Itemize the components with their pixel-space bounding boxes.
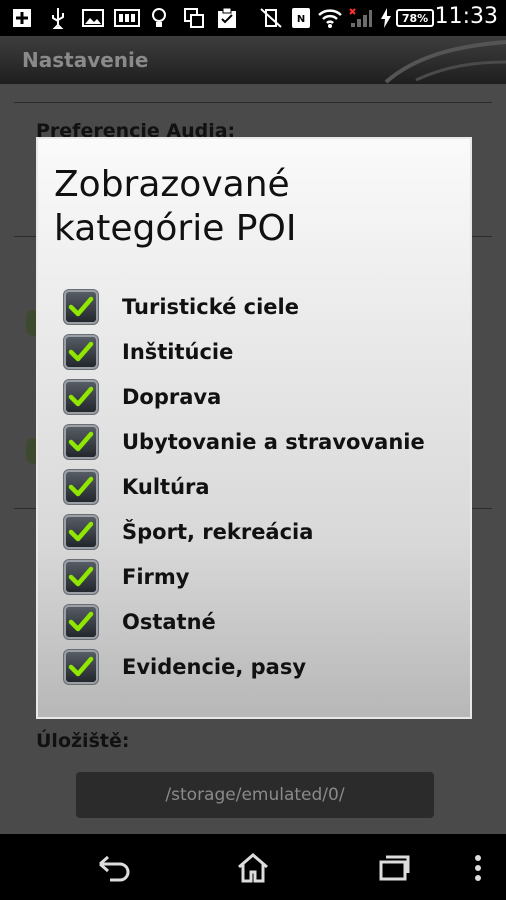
poi-category-label: Kultúra bbox=[122, 475, 210, 499]
checkmark-icon bbox=[68, 521, 94, 542]
storage-path-field[interactable]: /storage/emulated/0/ bbox=[76, 772, 434, 818]
back-icon[interactable] bbox=[92, 848, 136, 888]
svg-text:N: N bbox=[297, 14, 305, 25]
checkmark-icon bbox=[68, 656, 94, 677]
poi-category-label: Evidencie, pasy bbox=[122, 655, 307, 679]
checkbox[interactable] bbox=[64, 290, 98, 324]
copy-icon bbox=[184, 8, 204, 28]
poi-categories-dialog: Zobrazované kategórie POI Turistické cie… bbox=[36, 137, 472, 719]
battery-level: 78% bbox=[401, 11, 429, 25]
poi-category-item[interactable]: Kultúra bbox=[64, 467, 464, 507]
poi-category-item[interactable]: Turistické ciele bbox=[64, 287, 464, 327]
checkbox[interactable] bbox=[64, 380, 98, 414]
charging-icon bbox=[378, 8, 394, 28]
swoosh-decoration bbox=[384, 40, 506, 84]
poi-category-label: Ostatné bbox=[122, 610, 216, 634]
sd-card-icon bbox=[114, 8, 140, 28]
poi-category-item[interactable]: Evidencie, pasy bbox=[64, 647, 464, 687]
checkmark-icon bbox=[68, 476, 94, 497]
poi-category-item[interactable]: Ostatné bbox=[64, 602, 464, 642]
lightbulb-icon bbox=[150, 8, 168, 28]
signal-icon bbox=[348, 8, 374, 28]
poi-category-item[interactable]: Ubytovanie a stravovanie bbox=[64, 422, 464, 462]
storage-path-value: /storage/emulated/0/ bbox=[165, 785, 345, 805]
checkbox[interactable] bbox=[64, 335, 98, 369]
poi-category-label: Ubytovanie a stravovanie bbox=[122, 430, 425, 454]
overflow-menu-icon[interactable] bbox=[458, 848, 498, 888]
wifi-icon bbox=[316, 8, 344, 28]
checkmark-icon bbox=[68, 566, 94, 587]
poi-category-label: Šport, rekreácia bbox=[122, 520, 314, 544]
navigation-bar bbox=[0, 834, 506, 900]
checkmark-icon bbox=[68, 431, 94, 452]
checkmark-icon bbox=[68, 386, 94, 407]
app-bar: Nastavenie bbox=[0, 36, 506, 84]
poi-category-label: Turistické ciele bbox=[122, 295, 299, 319]
storage-heading: Úložiště: bbox=[36, 730, 130, 752]
checkbox[interactable] bbox=[64, 560, 98, 594]
divider bbox=[14, 102, 492, 103]
add-icon bbox=[10, 8, 34, 28]
checkbox[interactable] bbox=[64, 650, 98, 684]
poi-category-label: Firmy bbox=[122, 565, 190, 589]
checkmark-icon bbox=[68, 341, 94, 362]
dialog-title: Zobrazované kategórie POI bbox=[54, 164, 297, 249]
poi-category-item[interactable]: Inštitúcie bbox=[64, 332, 464, 372]
recent-apps-icon[interactable] bbox=[372, 848, 416, 888]
checkbox[interactable] bbox=[64, 605, 98, 639]
no-vibrate-icon bbox=[258, 8, 284, 28]
battery-indicator: 78% bbox=[396, 9, 434, 27]
clipboard-icon bbox=[216, 7, 238, 28]
poi-category-item[interactable]: Firmy bbox=[64, 557, 464, 597]
checkmark-icon bbox=[68, 611, 94, 632]
clock: 11:33 bbox=[434, 4, 498, 29]
checkbox[interactable] bbox=[64, 470, 98, 504]
home-icon[interactable] bbox=[231, 848, 275, 888]
poi-category-item[interactable]: Šport, rekreácia bbox=[64, 512, 464, 552]
image-icon bbox=[82, 8, 104, 28]
checkbox[interactable] bbox=[64, 515, 98, 549]
poi-category-item[interactable]: Doprava bbox=[64, 377, 464, 417]
checkmark-icon bbox=[68, 296, 94, 317]
usb-icon bbox=[48, 8, 68, 29]
nfc-icon: N bbox=[290, 8, 312, 28]
page-title: Nastavenie bbox=[22, 48, 149, 72]
poi-category-label: Doprava bbox=[122, 385, 222, 409]
status-bar: N 78% 11:33 bbox=[0, 0, 506, 36]
poi-category-label: Inštitúcie bbox=[122, 340, 234, 364]
checkbox[interactable] bbox=[64, 425, 98, 459]
